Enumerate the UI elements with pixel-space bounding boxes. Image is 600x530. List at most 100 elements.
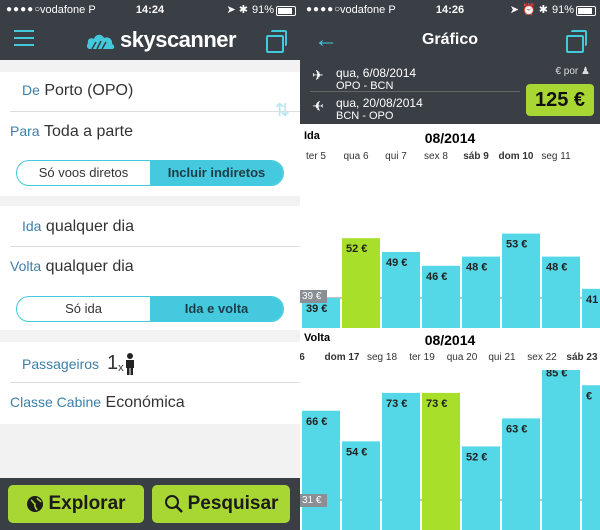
day-label: dom 10 — [498, 151, 534, 162]
one-way-option[interactable]: Só ida — [17, 297, 150, 321]
price-bar[interactable]: 52 € — [462, 446, 500, 530]
price-label: 48 € — [466, 262, 487, 274]
price-label: 66 € — [306, 416, 327, 428]
passenger-section: Passageiros 1 x Classe Cabine Económica — [0, 342, 300, 424]
from-field[interactable]: De Porto (OPO) — [22, 82, 133, 100]
day-label: qua 6 — [343, 151, 369, 162]
day-label: qua 20 — [446, 352, 478, 363]
price-bar[interactable]: € — [582, 385, 600, 530]
divider — [10, 382, 300, 383]
search-button[interactable]: Pesquisar — [152, 485, 290, 523]
price-bar[interactable]: 48 € — [462, 256, 500, 328]
explore-button[interactable]: Explorar — [8, 485, 144, 523]
divider — [310, 91, 520, 92]
nav-bar: ← Gráfico — [300, 20, 600, 60]
direct-toggle[interactable]: Só voos diretos Incluir indiretos — [16, 160, 284, 186]
day-label: sáb 23 — [566, 352, 598, 363]
price-bar[interactable]: 63 € — [502, 418, 540, 530]
price-label: 53 € — [506, 239, 527, 251]
return-flight: qua, 20/08/2014 BCN - OPO — [336, 96, 423, 122]
price-bar[interactable]: 66 € — [302, 410, 340, 530]
location-bluetooth-icon: ➤ ✱ — [226, 4, 249, 16]
person-icon — [125, 352, 134, 375]
depart-field[interactable]: Ida qualquer dia — [22, 218, 134, 236]
status-bar: ●●●●○ vodafone P 14:26 ➤ ⏰ ✱ 91% — [300, 0, 600, 20]
include-indirect-option[interactable]: Incluir indiretos — [150, 161, 283, 185]
price-bar[interactable]: 53 € — [502, 233, 540, 328]
price-bar[interactable]: 85 € — [542, 370, 580, 530]
price-label: 54 € — [346, 446, 367, 458]
day-label: dom 17 — [324, 352, 360, 363]
direct-only-option[interactable]: Só voos diretos — [17, 161, 150, 185]
return-chart[interactable]: 66 € 54 € 73 € 73 € 52 € 63 € 85 € € — [300, 370, 600, 530]
status-bar: ●●●●○ vodafone P 14:24 ➤ ✱ 91% — [0, 0, 300, 20]
price-label: 85 € — [546, 370, 567, 379]
battery-icon — [276, 6, 296, 16]
price-label: 52 € — [346, 243, 367, 255]
day-label: seg 11 — [541, 151, 571, 162]
share-icon[interactable] — [566, 30, 587, 53]
passengers-field[interactable]: Passageiros 1 x — [22, 352, 136, 375]
battery-icon — [576, 6, 596, 16]
cloud-logo-icon — [86, 34, 115, 50]
bottom-bar: Explorar Pesquisar — [0, 478, 300, 530]
price-label: 41 — [586, 294, 598, 306]
price-label: 52 € — [466, 451, 487, 463]
price-bar[interactable]: 41 — [582, 288, 600, 328]
dates-section: Ida qualquer dia Volta qualquer dia — [0, 206, 300, 290]
return-plane-icon: ✈ — [312, 98, 324, 114]
return-month: 08/2014 — [424, 332, 476, 348]
outbound-min-tag: 39 € — [300, 290, 328, 303]
share-icon[interactable] — [266, 30, 287, 53]
day-label: qui 21 — [488, 352, 516, 363]
round-trip-option[interactable]: Ida e volta — [150, 297, 283, 321]
return-field[interactable]: Volta qualquer dia — [10, 258, 134, 276]
page-title: Gráfico — [421, 31, 478, 48]
price-bar[interactable]: 73 € — [422, 392, 460, 530]
flight-summary[interactable]: ✈ qua, 6/08/2014 OPO - BCN ✈ qua, 20/08/… — [300, 60, 600, 124]
trip-type-toggle[interactable]: Só ida Ida e volta — [16, 296, 284, 322]
price-label: 46 € — [426, 271, 447, 283]
globe-icon — [27, 496, 44, 512]
menu-icon[interactable] — [14, 30, 34, 46]
day-label: qui 7 — [385, 151, 407, 162]
price-label: 73 € — [426, 398, 447, 410]
price-bar[interactable]: 49 € — [382, 252, 420, 328]
trip-toggle-row: Só ida Ida e volta — [0, 290, 300, 330]
return-min-tag: 31 € — [300, 494, 328, 507]
day-label: sex 22 — [527, 352, 557, 363]
chart-screen: ●●●●○ vodafone P 14:26 ➤ ⏰ ✱ 91% ← Gráfi… — [300, 0, 600, 530]
to-field[interactable]: Para Toda a parte — [10, 123, 133, 141]
price-label: 39 € — [306, 303, 327, 315]
search-screen: ●●●●○ vodafone P 14:24 ➤ ✱ 91% skyscanne… — [0, 0, 300, 530]
battery-percent: 91% — [251, 4, 274, 16]
battery-percent: 91% — [551, 4, 574, 16]
location-bluetooth-icon: ➤ ⏰ ✱ — [509, 4, 548, 16]
route-section: De Porto (OPO) Para Toda a parte ⇅ — [0, 72, 300, 152]
price-bar[interactable]: 73 € — [382, 392, 420, 530]
outbound-month: 08/2014 — [424, 130, 476, 146]
day-label: seg 18 — [366, 352, 398, 363]
price-bar[interactable]: 54 € — [342, 441, 380, 530]
search-icon — [164, 495, 183, 513]
route-toggle-row: Só voos diretos Incluir indiretos — [0, 152, 300, 196]
day-label: sáb 9 — [463, 151, 489, 162]
price-bar[interactable]: 48 € — [542, 256, 580, 328]
day-label: 6 — [300, 352, 305, 363]
cabin-field[interactable]: Classe Cabine Económica — [10, 394, 185, 412]
price-label: € — [586, 390, 592, 402]
price-label: 49 € — [386, 257, 407, 269]
swap-icon[interactable]: ⇅ — [275, 100, 290, 121]
person-icon: ♟ — [581, 66, 590, 77]
price-label: 73 € — [386, 398, 407, 410]
departure-plane-icon: ✈ — [312, 67, 324, 83]
price-label: 48 € — [546, 262, 567, 274]
day-label: sex 8 — [424, 151, 448, 162]
outbound-chart[interactable]: 39 € 52 € 49 € 46 € 48 € 53 € 48 € 41 — [300, 170, 600, 330]
nav-bar: skyscanner — [0, 20, 300, 60]
price-badge: 125 € — [526, 84, 594, 116]
price-bar[interactable]: 52 € — [342, 238, 380, 328]
divider — [10, 246, 300, 247]
price-bar[interactable]: 46 € — [422, 265, 460, 328]
divider — [10, 111, 300, 112]
